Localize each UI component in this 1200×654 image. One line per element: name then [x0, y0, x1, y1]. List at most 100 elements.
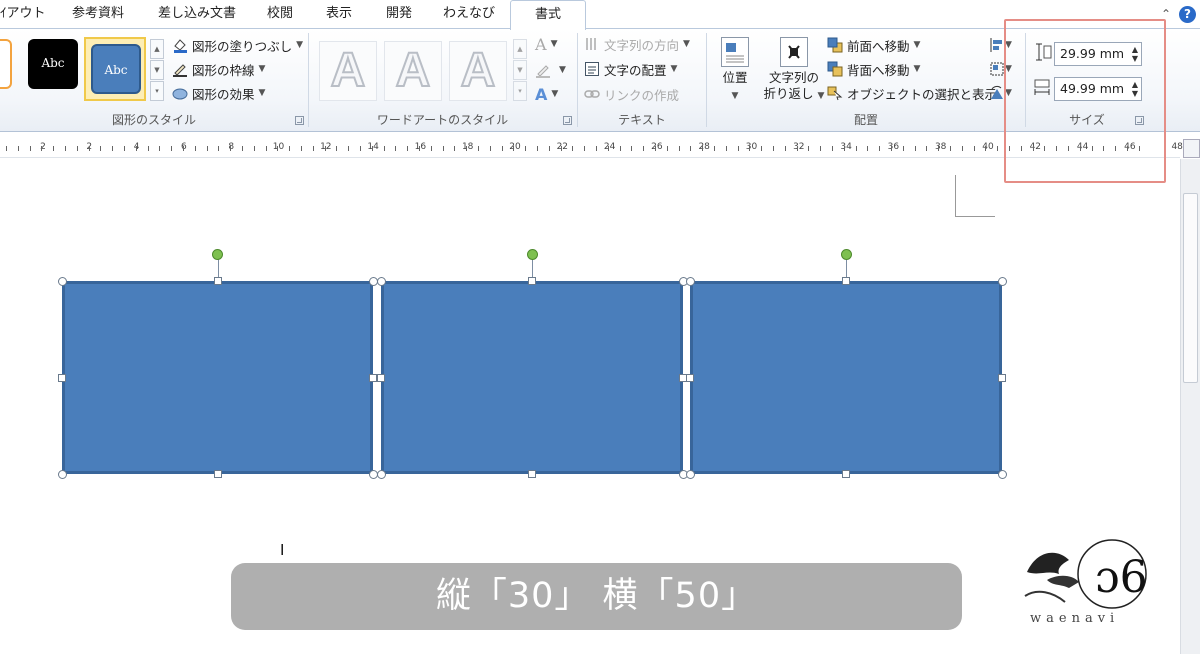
wordart-style-1[interactable]: A [319, 41, 377, 101]
resize-handle-side[interactable] [369, 374, 377, 382]
resize-handle-side[interactable] [528, 470, 536, 478]
size-highlight-box [1004, 19, 1166, 183]
shape-style-gallery-scroll[interactable]: ▲ ▼ ▾ [150, 39, 164, 101]
align-text-button[interactable]: 文字の配置 ▼ [584, 58, 677, 80]
text-direction-label: 文字列の方向 [604, 37, 680, 53]
ruler-number: 48 [1171, 142, 1183, 152]
ruler-tick [961, 146, 963, 151]
wordart-gallery-scroll[interactable]: ▲ ▼ ▾ [513, 39, 527, 101]
resize-handle-corner[interactable] [57, 469, 67, 479]
shape-style-swatch-blue[interactable]: Abc [91, 44, 141, 94]
send-backward-button[interactable]: 背面へ移動 ▼ [827, 58, 920, 80]
ruler-tick [985, 146, 987, 151]
text-direction-button[interactable]: 文字列の方向 ▼ [584, 33, 690, 55]
resize-handle-corner[interactable] [376, 469, 386, 479]
resize-handle-corner[interactable] [685, 469, 695, 479]
resize-handle-side[interactable] [842, 277, 850, 285]
tab-layout[interactable]: ｲアウト [0, 0, 48, 28]
horizontal-ruler[interactable]: 2246810121416182022242628303234363840424… [0, 139, 1183, 158]
send-backward-icon [827, 61, 843, 77]
ruler-tick [29, 146, 31, 151]
selection-pane-button[interactable]: オブジェクトの選択と表示 [827, 82, 997, 104]
shape-outline-button[interactable]: 図形の枠線 ▼ [172, 58, 265, 80]
create-link-label: リンクの作成 [604, 87, 680, 103]
tab-references[interactable]: 参考資料 [60, 0, 136, 28]
gallery-up-icon[interactable]: ▲ [150, 39, 164, 59]
ruler-tick [407, 146, 409, 151]
ruler-tick [348, 146, 350, 151]
gallery-down-icon[interactable]: ▼ [513, 60, 527, 80]
ruler-tick [147, 146, 149, 151]
resize-handle-corner[interactable] [685, 276, 695, 286]
ruler-tick [124, 146, 125, 151]
tab-review[interactable]: 校閲 [258, 0, 302, 28]
tab-developer[interactable]: 開発 [376, 0, 422, 28]
tab-waenavi[interactable]: わえなび [436, 0, 502, 28]
text-outline-button[interactable]: ▼ [535, 59, 566, 81]
bring-forward-button[interactable]: 前面へ移動 ▼ [827, 34, 920, 56]
dropdown-arrow-icon: ▼ [551, 89, 559, 99]
resize-handle-side[interactable] [213, 470, 222, 478]
ruler-tick [312, 146, 314, 151]
resize-handle-side[interactable] [58, 374, 66, 382]
rotate-icon [989, 85, 1005, 101]
wordart-style-2[interactable]: A [384, 41, 442, 101]
tab-format[interactable]: 書式 [510, 0, 586, 30]
ruler-tick [643, 146, 645, 151]
text-fill-button[interactable]: A ▼ [535, 33, 557, 55]
wrap-text-button[interactable]: 文字列の 折り返し ▼ [761, 37, 827, 104]
resize-handle-corner[interactable] [57, 276, 67, 286]
gallery-more-icon[interactable]: ▾ [150, 81, 164, 101]
text-direction-icon [584, 36, 600, 52]
rotation-handle[interactable] [840, 248, 852, 260]
resize-handle-corner[interactable] [376, 276, 386, 286]
selection-pane-icon [827, 85, 843, 101]
ruler-tick [702, 146, 704, 151]
rectangle-shape-1[interactable] [62, 281, 373, 474]
scrollbar-thumb[interactable] [1183, 193, 1198, 383]
ruler-number: 20 [509, 142, 521, 152]
wordart-style-3[interactable]: A [449, 41, 507, 101]
rotation-handle[interactable] [212, 248, 223, 260]
gallery-up-icon[interactable]: ▲ [513, 39, 527, 59]
gallery-down-icon[interactable]: ▼ [150, 60, 164, 80]
resize-handle-side[interactable] [842, 470, 850, 478]
shape-effects-button[interactable]: 図形の効果 ▼ [172, 82, 265, 104]
send-backward-label: 背面へ移動 [847, 62, 910, 78]
rotation-handle[interactable] [526, 248, 538, 260]
shape-style-swatch-black[interactable]: Abc [28, 39, 78, 89]
ruler-tick [548, 146, 550, 151]
ruler-tick [891, 146, 892, 151]
create-link-button[interactable]: リンクの作成 [584, 83, 679, 105]
ruler-tick [194, 146, 196, 151]
paint-bucket-icon [172, 37, 188, 53]
ruler-tick [820, 146, 822, 151]
dropdown-arrow-icon: ▼ [817, 91, 825, 101]
tab-mailings[interactable]: 差し込み文書 [150, 0, 244, 28]
help-icon[interactable]: ? [1179, 5, 1196, 23]
ruler-toggle-icon[interactable] [1183, 139, 1200, 158]
gallery-more-icon[interactable]: ▾ [513, 81, 527, 101]
link-icon [584, 86, 600, 102]
ruler-tick [914, 146, 916, 151]
position-button[interactable]: 位置 ▼ [717, 37, 753, 104]
tab-view[interactable]: 表示 [316, 0, 362, 28]
ruler-tick [360, 146, 361, 151]
resize-handle-side[interactable] [213, 277, 222, 285]
ruler-tick [513, 146, 515, 151]
ruler-tick [773, 146, 774, 151]
shape-style-swatch-orange[interactable] [0, 39, 12, 89]
resize-handle-side[interactable] [377, 374, 385, 382]
wordart-launcher-icon[interactable] [563, 116, 572, 125]
resize-handle-side[interactable] [686, 374, 694, 382]
resize-handle-corner[interactable] [997, 276, 1007, 286]
shape-fill-button[interactable]: 図形の塗りつぶし ▼ [172, 34, 303, 56]
text-effects-button[interactable]: A ▼ [535, 83, 558, 105]
group-label: ワードアートのスタイル [376, 113, 509, 127]
resize-handle-side[interactable] [998, 374, 1006, 382]
resize-handle-corner[interactable] [997, 469, 1007, 479]
rectangle-shape-3[interactable] [690, 281, 1002, 474]
shape-styles-launcher-icon[interactable] [295, 116, 304, 125]
resize-handle-side[interactable] [528, 277, 536, 285]
rectangle-shape-2[interactable] [381, 281, 683, 474]
